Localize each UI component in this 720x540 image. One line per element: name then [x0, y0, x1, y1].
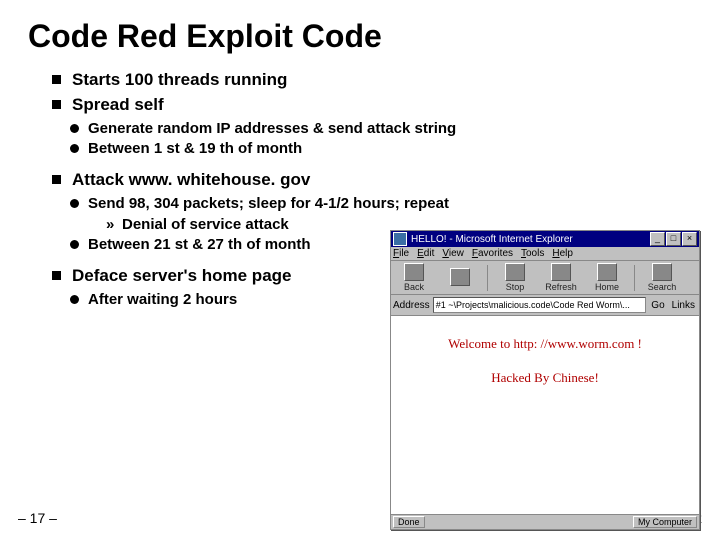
- browser-addressbar: Address #1 ~\Projects\malicious.code\Cod…: [391, 295, 699, 316]
- menu-edit[interactable]: Edit: [417, 248, 434, 259]
- forward-button[interactable]: [439, 268, 481, 287]
- back-label: Back: [404, 282, 424, 292]
- browser-menubar: File Edit View Favorites Tools Help: [391, 247, 699, 261]
- menu-tools[interactable]: Tools: [521, 248, 544, 259]
- address-label: Address: [393, 300, 430, 311]
- page-hacked-text: Hacked By Chinese!: [397, 370, 693, 386]
- home-label: Home: [595, 282, 619, 292]
- slide: Code Red Exploit Code Starts 100 threads…: [0, 0, 720, 540]
- toolbar-separator: [487, 265, 488, 291]
- maximize-icon[interactable]: □: [666, 232, 681, 246]
- bullet-2-sub: Generate random IP addresses & send atta…: [28, 119, 692, 160]
- back-button[interactable]: Back: [393, 263, 435, 292]
- bullet-list-3: Attack www. whitehouse. gov: [28, 169, 692, 192]
- browser-statusbar: Done My Computer: [391, 514, 699, 529]
- toolbar-separator-2: [634, 265, 635, 291]
- status-right: My Computer: [633, 516, 697, 528]
- bullet-2a: Generate random IP addresses & send atta…: [70, 119, 692, 139]
- bullet-list: Starts 100 threads running Spread self: [28, 69, 692, 117]
- minimize-icon[interactable]: _: [650, 232, 665, 246]
- bullet-3a-text: Send 98, 304 packets; sleep for 4-1/2 ho…: [88, 195, 449, 212]
- refresh-button[interactable]: Refresh: [540, 263, 582, 292]
- browser-toolbar: Back Stop Refresh Home Search: [391, 261, 699, 295]
- close-icon[interactable]: ×: [682, 232, 697, 246]
- window-buttons: _ □ ×: [650, 232, 697, 246]
- back-icon: [404, 263, 424, 281]
- go-button[interactable]: Go: [649, 300, 666, 311]
- home-button[interactable]: Home: [586, 263, 628, 292]
- browser-viewport: Welcome to http: //www.worm.com ! Hacked…: [391, 316, 699, 514]
- browser-titlebar: HELLO! - Microsoft Internet Explorer _ □…: [391, 231, 699, 247]
- home-icon: [597, 263, 617, 281]
- bullet-2: Spread self: [52, 94, 692, 117]
- forward-icon: [450, 268, 470, 286]
- menu-view[interactable]: View: [442, 248, 464, 259]
- search-icon: [652, 263, 672, 281]
- search-label: Search: [648, 282, 677, 292]
- search-button[interactable]: Search: [641, 263, 683, 292]
- page-welcome-text: Welcome to http: //www.worm.com !: [397, 336, 693, 352]
- bullet-3a: Send 98, 304 packets; sleep for 4-1/2 ho…: [70, 194, 692, 235]
- browser-window: HELLO! - Microsoft Internet Explorer _ □…: [390, 230, 700, 530]
- refresh-icon: [551, 263, 571, 281]
- menu-favorites[interactable]: Favorites: [472, 248, 513, 259]
- bullet-1: Starts 100 threads running: [52, 69, 692, 92]
- stop-label: Stop: [506, 282, 525, 292]
- bullet-2b: Between 1 st & 19 th of month: [70, 139, 692, 159]
- bullet-3: Attack www. whitehouse. gov: [52, 169, 692, 192]
- refresh-label: Refresh: [545, 282, 577, 292]
- slide-title: Code Red Exploit Code: [28, 18, 692, 55]
- stop-icon: [505, 263, 525, 281]
- ie-icon: [393, 232, 407, 246]
- footer-page-number: – 17 –: [18, 510, 57, 526]
- menu-file[interactable]: File: [393, 248, 409, 259]
- menu-help[interactable]: Help: [552, 248, 573, 259]
- status-left: Done: [393, 516, 425, 528]
- links-button[interactable]: Links: [670, 300, 697, 311]
- browser-title-text: HELLO! - Microsoft Internet Explorer: [411, 234, 650, 245]
- address-input[interactable]: #1 ~\Projects\malicious.code\Code Red Wo…: [433, 297, 647, 313]
- stop-button[interactable]: Stop: [494, 263, 536, 292]
